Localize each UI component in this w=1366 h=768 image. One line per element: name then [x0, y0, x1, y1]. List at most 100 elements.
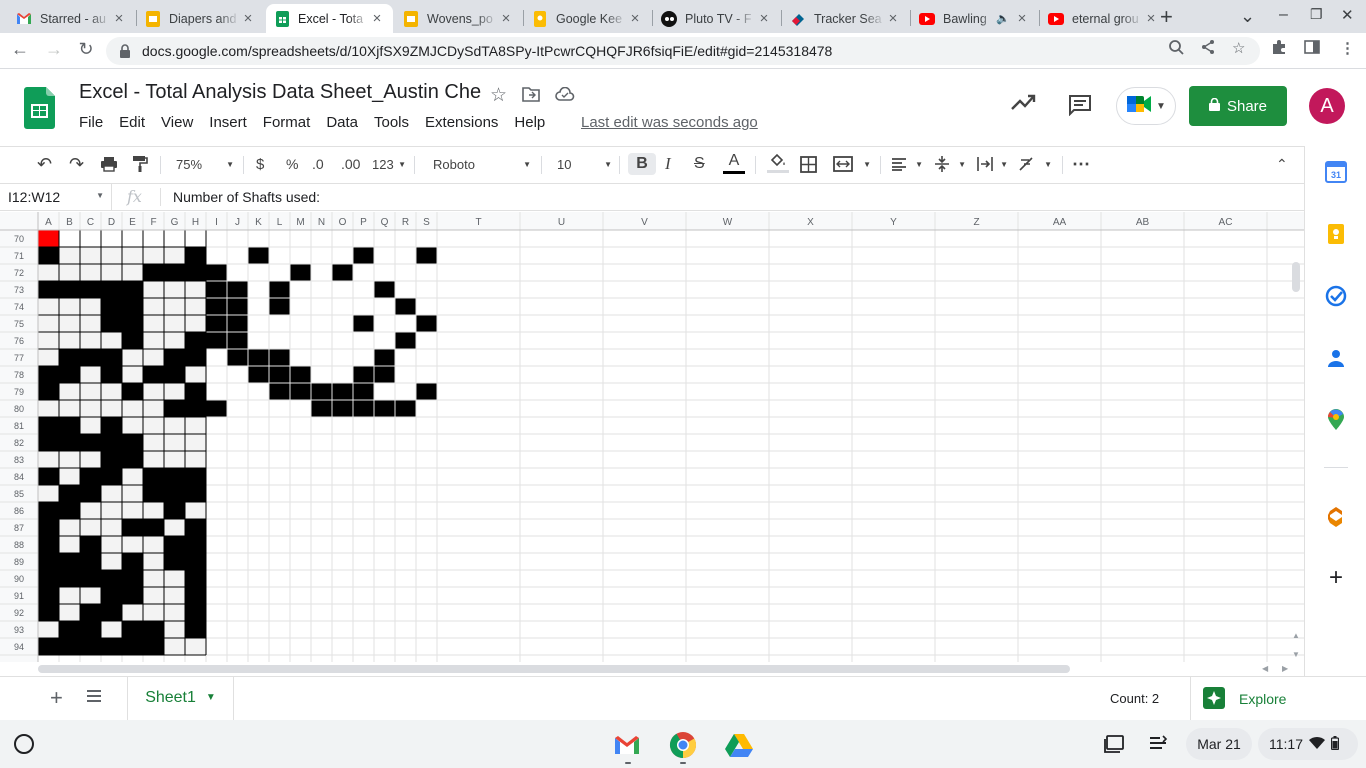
text-rotation-button[interactable]: ▼ — [1018, 153, 1052, 175]
filled-cell[interactable] — [185, 485, 206, 502]
empty-cell[interactable] — [143, 349, 164, 366]
add-addon-icon[interactable]: + — [1324, 564, 1348, 591]
empty-cell[interactable] — [185, 502, 206, 519]
collapse-menus-icon[interactable]: ⌃ — [1276, 153, 1288, 175]
row-header[interactable]: 86 — [14, 506, 24, 516]
close-tab-icon[interactable]: × — [240, 10, 256, 27]
filled-cell[interactable] — [143, 621, 164, 638]
filled-cell[interactable] — [290, 264, 311, 281]
address-bar[interactable]: docs.google.com/spreadsheets/d/10XjfSX9Z… — [106, 37, 1260, 65]
empty-cell[interactable] — [143, 451, 164, 468]
chrome-app-icon[interactable] — [668, 730, 698, 760]
column-header[interactable]: F — [150, 217, 156, 228]
empty-cell[interactable] — [122, 468, 143, 485]
scroll-up-icon[interactable]: ▲ — [1292, 631, 1300, 640]
empty-cell[interactable] — [143, 570, 164, 587]
menu-tools[interactable]: Tools — [374, 114, 409, 131]
filled-cell[interactable] — [185, 570, 206, 587]
filled-cell[interactable] — [248, 366, 269, 383]
filled-cell[interactable] — [269, 383, 290, 400]
row-header[interactable]: 74 — [14, 302, 24, 312]
merge-cells-button[interactable]: ▼ — [833, 153, 871, 175]
row-header[interactable]: 75 — [14, 319, 24, 329]
status-tray[interactable]: 11:17 — [1258, 728, 1358, 760]
empty-cell[interactable] — [122, 536, 143, 553]
filled-cell[interactable] — [395, 400, 416, 417]
empty-cell[interactable] — [164, 604, 185, 621]
menu-extensions[interactable]: Extensions — [425, 114, 498, 131]
empty-cell[interactable] — [101, 400, 122, 417]
filled-cell[interactable] — [227, 298, 248, 315]
column-header[interactable]: T — [475, 217, 481, 228]
filled-cell[interactable] — [38, 604, 59, 621]
empty-cell[interactable] — [143, 298, 164, 315]
row-header[interactable]: 89 — [14, 557, 24, 567]
empty-cell[interactable] — [164, 230, 185, 247]
column-header[interactable]: X — [807, 217, 814, 228]
empty-cell[interactable] — [122, 349, 143, 366]
column-header[interactable]: K — [255, 217, 262, 228]
filled-cell[interactable] — [185, 468, 206, 485]
row-header[interactable]: 83 — [14, 455, 24, 465]
filled-cell[interactable] — [143, 366, 164, 383]
restore-icon[interactable]: ❐ — [1310, 6, 1323, 23]
text-color-button[interactable]: A — [722, 153, 746, 175]
filled-cell[interactable] — [122, 315, 143, 332]
filled-cell[interactable] — [374, 281, 395, 298]
empty-cell[interactable] — [101, 502, 122, 519]
close-tab-icon[interactable]: × — [1014, 10, 1030, 27]
column-header[interactable]: Q — [381, 217, 389, 228]
empty-cell[interactable] — [122, 502, 143, 519]
side-panel-icon[interactable] — [1304, 39, 1320, 59]
empty-cell[interactable] — [101, 383, 122, 400]
filled-cell[interactable] — [101, 417, 122, 434]
filled-cell[interactable] — [269, 366, 290, 383]
empty-cell[interactable] — [164, 638, 185, 655]
filled-cell[interactable] — [164, 468, 185, 485]
row-header[interactable]: 80 — [14, 404, 24, 414]
row-header[interactable]: 79 — [14, 387, 24, 397]
menu-help[interactable]: Help — [514, 114, 545, 131]
empty-cell[interactable] — [80, 247, 101, 264]
bold-button[interactable]: B — [628, 153, 656, 175]
filled-cell[interactable] — [59, 638, 80, 655]
empty-cell[interactable] — [185, 451, 206, 468]
filled-cell[interactable] — [38, 570, 59, 587]
empty-cell[interactable] — [38, 349, 59, 366]
empty-cell[interactable] — [122, 604, 143, 621]
row-header[interactable]: 72 — [14, 268, 24, 278]
filled-cell[interactable] — [80, 553, 101, 570]
empty-cell[interactable] — [164, 247, 185, 264]
empty-cell[interactable] — [101, 536, 122, 553]
column-header[interactable]: L — [277, 217, 283, 228]
filled-cell[interactable] — [101, 638, 122, 655]
filled-cell[interactable] — [206, 281, 227, 298]
empty-cell[interactable] — [143, 332, 164, 349]
empty-cell[interactable] — [38, 621, 59, 638]
keep-icon[interactable] — [1324, 222, 1348, 246]
row-header[interactable]: 84 — [14, 472, 24, 482]
filled-cell[interactable] — [80, 638, 101, 655]
empty-cell[interactable] — [164, 417, 185, 434]
cloud-status-icon[interactable] — [555, 86, 575, 106]
filled-cell[interactable] — [185, 349, 206, 366]
filled-cell[interactable] — [185, 621, 206, 638]
spreadsheet-grid[interactable]: A B C D E F G H I J K L M N O P Q R S T U V W X Y Z AA AB AC 70 71 72 73… — [0, 212, 1304, 662]
filled-cell[interactable] — [122, 281, 143, 298]
empty-cell[interactable] — [59, 587, 80, 604]
contacts-icon[interactable] — [1324, 346, 1348, 370]
column-header[interactable]: I — [215, 217, 218, 228]
filled-cell[interactable] — [185, 587, 206, 604]
filled-cell[interactable] — [59, 366, 80, 383]
star-icon[interactable]: ☆ — [490, 84, 507, 107]
vertical-scrollbar[interactable] — [1292, 262, 1300, 292]
bookmark-star-icon[interactable]: ☆ — [1232, 39, 1245, 57]
empty-cell[interactable] — [80, 451, 101, 468]
empty-cell[interactable] — [122, 230, 143, 247]
empty-cell[interactable] — [59, 536, 80, 553]
empty-cell[interactable] — [143, 587, 164, 604]
filled-cell[interactable] — [290, 366, 311, 383]
empty-cell[interactable] — [185, 281, 206, 298]
filled-cell[interactable] — [143, 485, 164, 502]
filled-cell[interactable] — [80, 604, 101, 621]
